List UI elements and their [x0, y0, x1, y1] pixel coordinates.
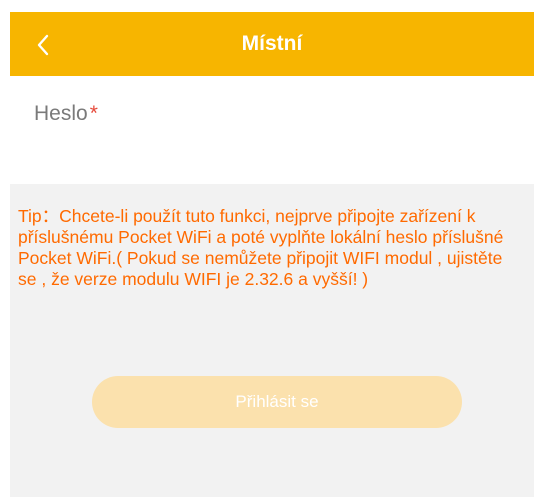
- back-button[interactable]: [30, 26, 66, 62]
- app-header: Místní: [10, 12, 534, 76]
- page-title: Místní: [241, 32, 303, 55]
- password-label-text: Heslo: [34, 102, 88, 125]
- content-area: Tip：Chcete-li použít tuto funkci, nejprv…: [10, 184, 534, 497]
- login-button[interactable]: Přihlásit se: [92, 376, 462, 428]
- password-label: Heslo*: [34, 102, 98, 126]
- required-marker: *: [89, 102, 98, 125]
- tip-text: Tip：Chcete-li použít tuto funkci, nejprv…: [18, 206, 504, 289]
- screen: Místní Heslo* Tip：Chcete-li použít tuto …: [0, 0, 534, 497]
- password-input[interactable]: [34, 136, 518, 178]
- chevron-left-icon: [37, 34, 49, 56]
- password-field-row: Heslo*: [10, 76, 534, 184]
